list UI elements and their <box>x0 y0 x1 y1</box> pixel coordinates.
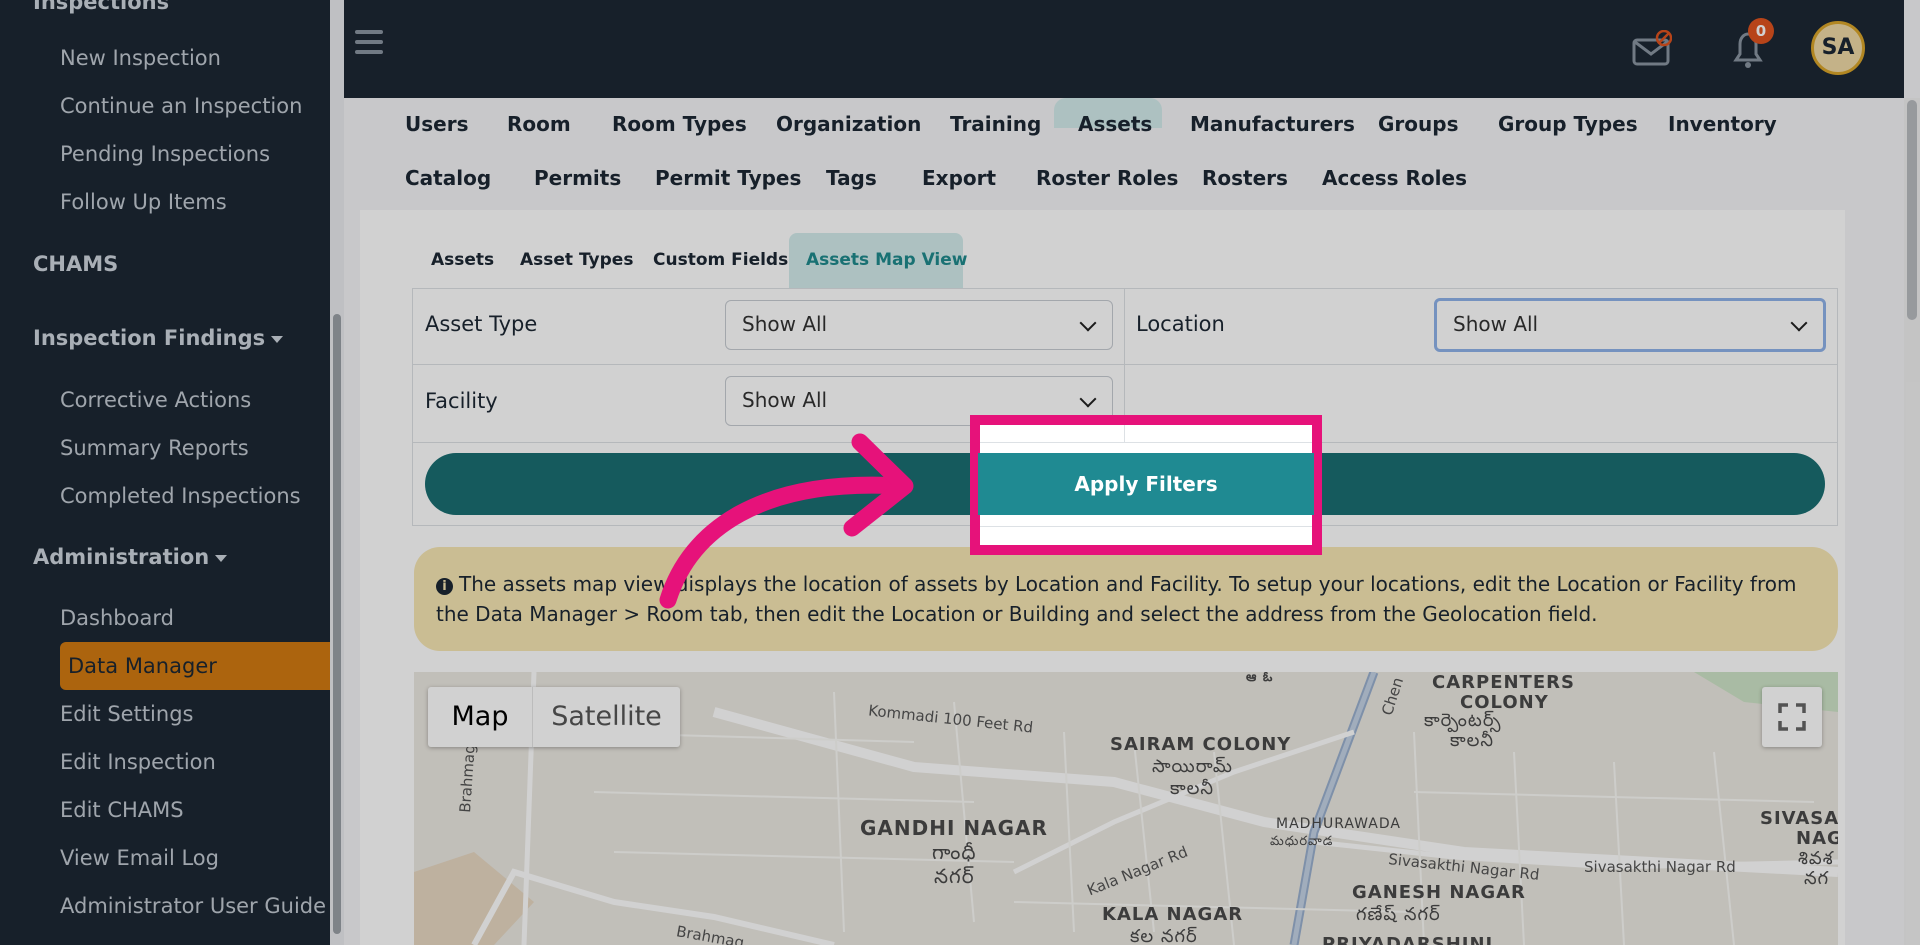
location-value: Show All <box>1453 312 1539 336</box>
page-scrollbar-thumb[interactable] <box>1907 100 1917 320</box>
chevron-down-icon <box>1790 314 1808 332</box>
tab-training[interactable]: Training <box>950 112 1041 136</box>
notification-badge: 0 <box>1748 18 1774 44</box>
map-label-naga-te: నగ <box>1804 868 1830 889</box>
map-label-ganesh-te: గణేష్ నగర్ <box>1356 904 1441 925</box>
map-label-ganesh: GANESH NAGAR <box>1352 882 1526 903</box>
sidebar-item-new-inspection[interactable]: New Inspection <box>60 46 221 70</box>
sidebar-section-inspection-findings[interactable]: Inspection Findings <box>33 326 284 350</box>
map-label-partial: ఆ ఓ <box>1246 672 1274 685</box>
subtab-assets-map-view[interactable]: Assets Map View <box>806 250 967 270</box>
tab-room[interactable]: Room <box>507 112 571 136</box>
sidebar-item-edit-settings[interactable]: Edit Settings <box>60 702 193 726</box>
map-road-sivasakthi-2: Sivasakthi Nagar Rd <box>1584 858 1736 876</box>
sidebar-scrollbar-thumb[interactable] <box>333 314 341 934</box>
map-type-map-button[interactable]: Map <box>428 687 532 747</box>
map-label-kala: KALA NAGAR <box>1102 904 1244 925</box>
tab-access-roles[interactable]: Access Roles <box>1322 166 1467 190</box>
sidebar-item-dashboard[interactable]: Dashboard <box>60 606 174 630</box>
facility-label: Facility <box>425 389 498 413</box>
asset-type-label: Asset Type <box>425 312 538 336</box>
map-label-naga: NAGA <box>1796 828 1838 849</box>
highlight-divider <box>1124 425 1125 442</box>
map-label-priyadarshini: PRIYADARSHINI <box>1322 934 1494 945</box>
location-select[interactable]: Show All <box>1434 298 1826 352</box>
sidebar-section-chams[interactable]: CHAMS <box>33 252 118 276</box>
chevron-down-icon <box>1079 390 1097 408</box>
map-label-madhurawada-te: మధురవాడ <box>1270 834 1334 849</box>
sidebar-section-administration[interactable]: Administration <box>33 545 228 569</box>
app-root: Inspections New Inspection Continue an I… <box>0 0 1920 945</box>
tab-catalog[interactable]: Catalog <box>405 166 491 190</box>
sidebar-section-admin-label: Administration <box>33 545 210 569</box>
tab-users[interactable]: Users <box>405 112 468 136</box>
subtab-assets[interactable]: Assets <box>431 250 494 270</box>
tab-organization[interactable]: Organization <box>776 112 921 136</box>
sidebar-section-findings-label: Inspection Findings <box>33 326 266 350</box>
tab-group-types[interactable]: Group Types <box>1498 112 1638 136</box>
sidebar-item-admin-user-guide[interactable]: Administrator User Guide <box>60 894 326 918</box>
subtab-custom-fields[interactable]: Custom Fields <box>653 250 788 270</box>
sidebar-item-completed-inspections[interactable]: Completed Inspections <box>60 484 301 508</box>
avatar[interactable]: SA <box>1811 21 1865 75</box>
sidebar-item-pending-inspections[interactable]: Pending Inspections <box>60 142 270 166</box>
facility-value: Show All <box>742 388 828 412</box>
sidebar-item-edit-chams[interactable]: Edit CHAMS <box>60 798 184 822</box>
sidebar-item-data-manager[interactable]: Data Manager <box>60 642 330 690</box>
map-label-gandhi-te2: నగర్ <box>934 864 975 888</box>
location-label: Location <box>1136 312 1225 336</box>
tab-roster-roles[interactable]: Roster Roles <box>1036 166 1178 190</box>
info-message: i The assets map view displays the locati… <box>414 547 1838 651</box>
fullscreen-icon <box>1778 703 1806 731</box>
sidebar: Inspections New Inspection Continue an I… <box>0 0 330 945</box>
map-label-colony-te: కాలనీ <box>1450 730 1495 751</box>
sidebar-item-follow-up-items[interactable]: Follow Up Items <box>60 190 227 214</box>
tab-permits[interactable]: Permits <box>534 166 621 190</box>
tab-groups[interactable]: Groups <box>1378 112 1458 136</box>
map-label-madhurawada: MADHURAWADA <box>1276 816 1401 832</box>
apply-filters-button[interactable]: Apply Filters <box>978 453 1314 515</box>
sidebar-item-view-email-log[interactable]: View Email Log <box>60 846 219 870</box>
highlight-divider <box>980 526 1312 527</box>
asset-type-select[interactable]: Show All <box>725 300 1113 350</box>
map-label-kala-te: కల నగర్ <box>1130 926 1198 945</box>
sidebar-item-continue-inspection[interactable]: Continue an Inspection <box>60 94 302 118</box>
tab-tags[interactable]: Tags <box>826 166 877 190</box>
tab-inventory[interactable]: Inventory <box>1668 112 1777 136</box>
filter-divider <box>412 364 1838 365</box>
asset-type-value: Show All <box>742 312 828 336</box>
tab-rosters[interactable]: Rosters <box>1202 166 1288 190</box>
tab-manufacturers[interactable]: Manufacturers <box>1190 112 1355 136</box>
map-label-carpenters: CARPENTERS <box>1432 672 1575 693</box>
sidebar-item-summary-reports[interactable]: Summary Reports <box>60 436 249 460</box>
tab-room-types[interactable]: Room Types <box>612 112 747 136</box>
sidebar-item-corrective-actions[interactable]: Corrective Actions <box>60 388 251 412</box>
chevron-down-icon <box>1079 314 1097 332</box>
highlight-divider <box>980 442 1312 443</box>
info-line-2: the Data Manager > Room tab, then edit t… <box>436 602 1598 626</box>
sidebar-item-edit-inspection[interactable]: Edit Inspection <box>60 750 216 774</box>
tab-permit-types[interactable]: Permit Types <box>655 166 801 190</box>
tab-assets[interactable]: Assets <box>1078 112 1152 136</box>
tab-export[interactable]: Export <box>922 166 996 190</box>
info-icon: i <box>436 578 453 595</box>
subtab-asset-types[interactable]: Asset Types <box>520 250 633 270</box>
mail-disabled-icon[interactable] <box>1632 30 1672 66</box>
map-type-control: Map Satellite <box>428 687 680 747</box>
fullscreen-button[interactable] <box>1762 687 1822 747</box>
caret-down-icon <box>271 335 284 343</box>
map-label-gandhi: GANDHI NAGAR <box>860 816 1048 840</box>
map-label-sivasa: SIVASA <box>1760 808 1838 829</box>
map-label-sairam-te2: కాలనీ <box>1170 778 1215 799</box>
sidebar-section-inspections[interactable]: Inspections <box>33 0 169 14</box>
map-label-sairam: SAIRAM COLONY <box>1110 734 1292 755</box>
hamburger-menu-icon[interactable] <box>355 30 383 54</box>
caret-down-icon <box>215 554 228 562</box>
map-type-satellite-button[interactable]: Satellite <box>533 687 680 747</box>
tutorial-arrow-icon <box>659 433 914 609</box>
